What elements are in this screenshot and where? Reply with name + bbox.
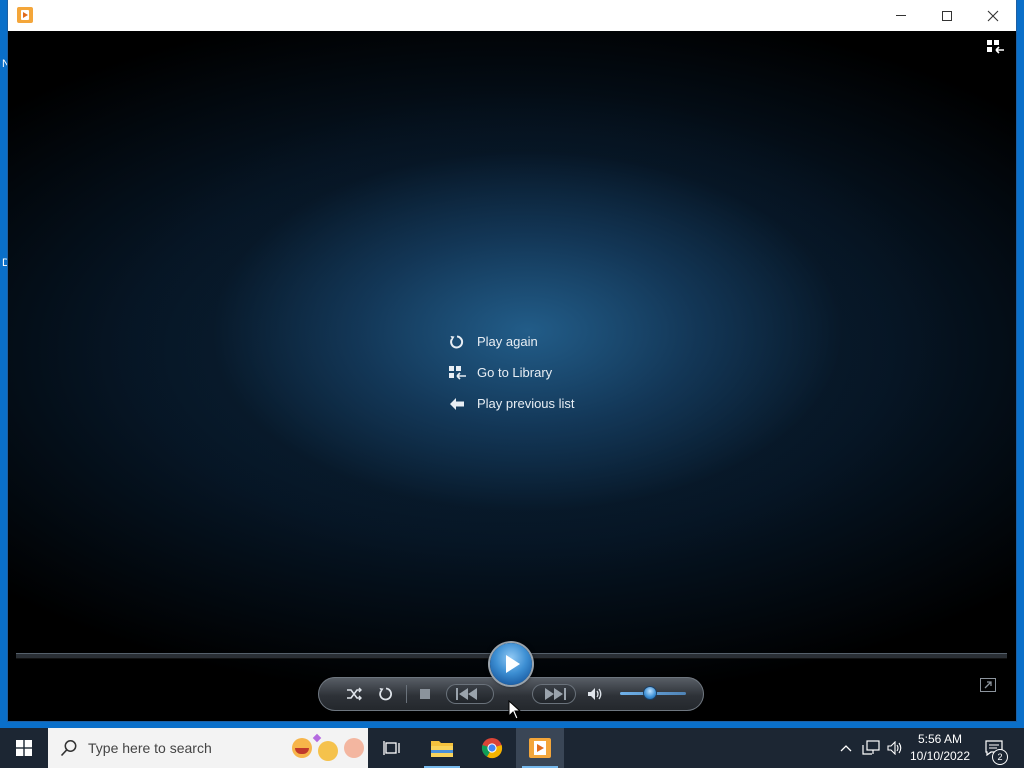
close-icon (987, 10, 999, 21)
volume-icon (588, 688, 602, 700)
stop-icon (420, 689, 430, 699)
mute-button[interactable] (582, 677, 608, 711)
switch-to-skin-icon[interactable] (980, 678, 996, 692)
library-icon (449, 365, 466, 380)
play-previous-list-link[interactable]: Play previous list (448, 388, 575, 419)
minimize-icon (896, 15, 906, 16)
repeat-button[interactable] (372, 677, 400, 711)
shuffle-icon (347, 687, 362, 701)
now-playing-area: Play again Go to Library Play previous l… (8, 31, 1016, 721)
taskbar: Type here to search 5:56 AM 10/10/2022 2 (0, 728, 1024, 768)
media-player-app-icon[interactable] (17, 7, 33, 23)
clock-time: 5:56 AM (917, 732, 963, 746)
maximize-button[interactable] (924, 0, 970, 31)
chevron-up-icon (840, 745, 852, 752)
search-placeholder: Type here to search (88, 740, 212, 756)
chrome-taskbar-button[interactable] (468, 728, 516, 768)
mouse-cursor-icon (508, 700, 522, 720)
play-button[interactable] (490, 643, 532, 685)
previous-button[interactable] (446, 684, 494, 704)
play-previous-list-label: Play previous list (477, 396, 575, 411)
taskbar-search-box[interactable]: Type here to search (48, 728, 368, 768)
minimize-button[interactable] (878, 0, 924, 31)
title-bar (8, 0, 1016, 32)
folder-icon (431, 741, 453, 757)
file-explorer-taskbar-button[interactable] (418, 728, 466, 768)
next-icon (545, 688, 566, 700)
volume-slider-thumb[interactable] (643, 687, 656, 699)
show-hidden-icons-button[interactable] (836, 728, 856, 768)
shuffle-button[interactable] (340, 677, 368, 711)
search-icon (60, 740, 77, 757)
repeat-icon (379, 687, 392, 701)
task-view-button[interactable] (368, 728, 416, 768)
go-to-library-label: Go to Library (477, 365, 553, 380)
play-again-label: Play again (477, 334, 538, 349)
media-player-icon (529, 738, 551, 758)
media-player-taskbar-button[interactable] (516, 728, 564, 768)
play-again-link[interactable]: Play again (448, 326, 575, 357)
volume-tray-button[interactable] (884, 728, 906, 768)
taskbar-clock[interactable]: 5:56 AM 10/10/2022 (904, 731, 976, 765)
next-button[interactable] (532, 684, 576, 704)
replay-icon (450, 335, 464, 348)
network-icon (862, 740, 880, 755)
close-button[interactable] (970, 0, 1016, 31)
stop-button[interactable] (412, 677, 438, 711)
end-of-playback-menu: Play again Go to Library Play previous l… (448, 326, 575, 419)
separator (406, 685, 407, 703)
speaker-icon (887, 741, 902, 755)
media-player-window: Play again Go to Library Play previous l… (8, 0, 1016, 721)
go-to-library-link[interactable]: Go to Library (448, 357, 575, 388)
chrome-icon (481, 738, 503, 759)
network-tray-button[interactable] (860, 728, 882, 768)
maximize-icon (942, 10, 952, 21)
notification-count-badge: 2 (992, 749, 1008, 765)
switch-to-library-icon[interactable] (987, 40, 1005, 56)
windows-logo-icon (16, 740, 32, 756)
back-arrow-icon (450, 397, 464, 410)
search-highlight-emoji-icon (292, 733, 366, 761)
start-button[interactable] (0, 728, 48, 768)
task-view-icon (383, 741, 400, 755)
clock-date: 10/10/2022 (909, 749, 971, 763)
previous-icon (456, 688, 477, 700)
